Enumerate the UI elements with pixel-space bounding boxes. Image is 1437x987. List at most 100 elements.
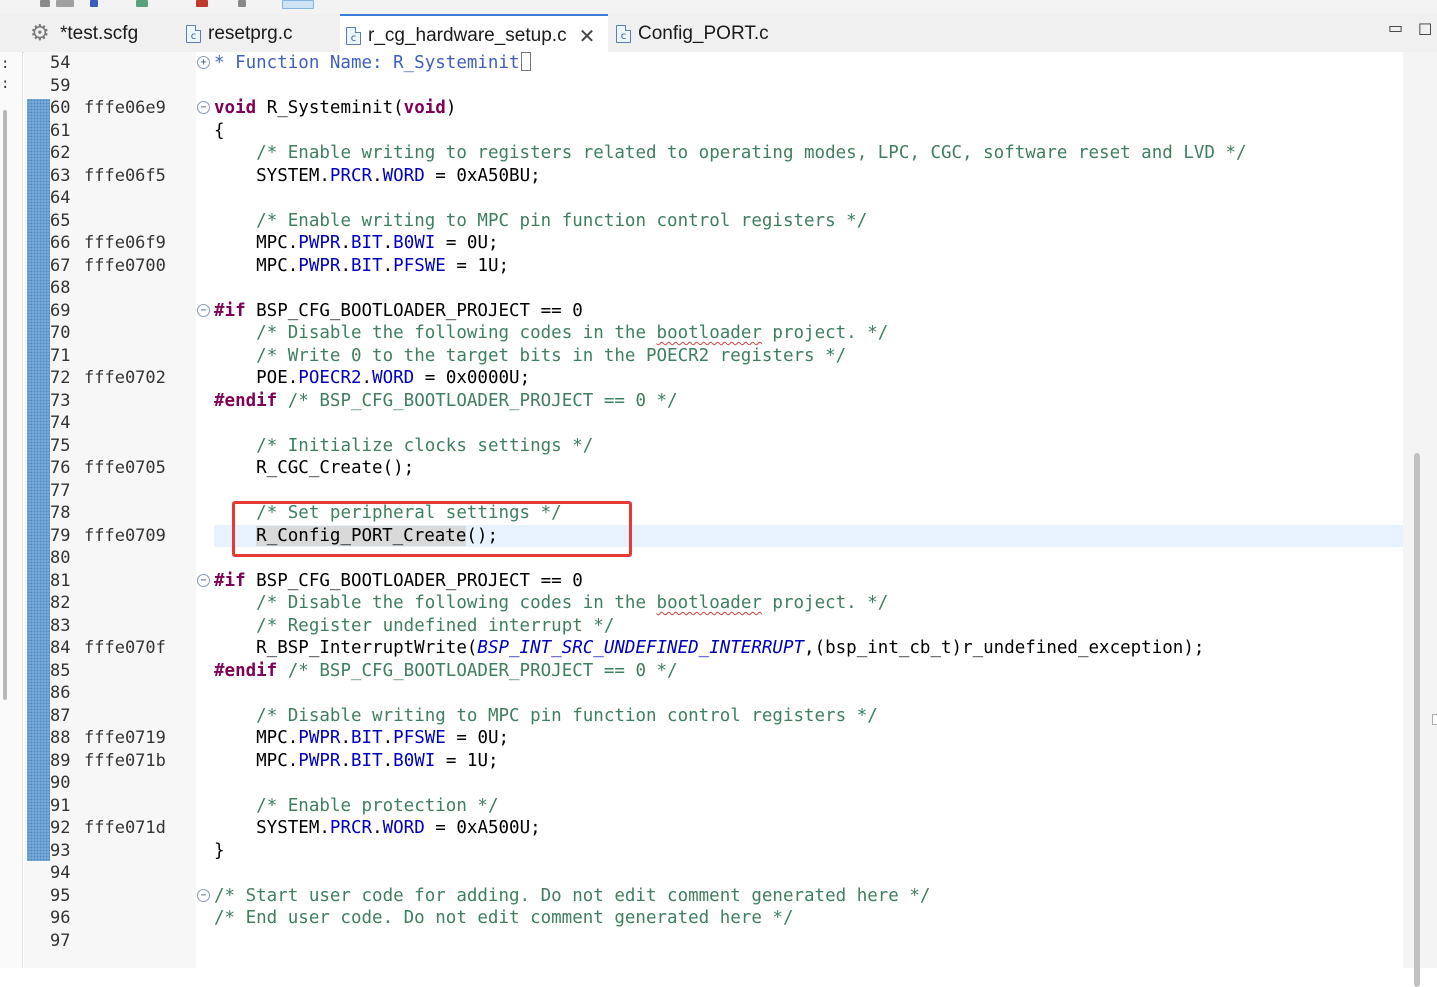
code-text: #if BSP_CFG_BOOTLOADER_PROJECT == 0 [214,300,583,323]
code-line[interactable]: 73 #endif /* BSP_CFG_BOOTLOADER_PROJECT =… [24,390,1414,413]
code-token: = 0xA500U; [424,818,541,838]
code-text: SYSTEM.PRCR.WORD = 0xA50BU; [214,165,541,188]
code-token: BIT [351,728,383,748]
code-line[interactable]: 71 /* Write 0 to the target bits in the … [24,345,1414,368]
code-token: /* Enable writing to MPC pin function co… [256,210,868,231]
code-line[interactable]: 90 [24,772,1414,795]
code-line[interactable]: 86 [24,682,1414,705]
toolbar-icon[interactable] [90,0,98,7]
expand-icon[interactable]: + [197,56,210,69]
toolbar-icon[interactable] [282,0,314,9]
code-text: /* Enable writing to registers related t… [214,142,1246,165]
code-line[interactable]: 88 fffe0719 MPC.PWPR.BIT.PFSWE = 0U; [24,727,1414,750]
code-line[interactable]: 68 [24,277,1414,300]
scrollbar-thumb[interactable] [1414,453,1420,987]
code-token: #if [214,300,246,321]
folded-content-marker[interactable] [520,52,531,71]
code-token: /* Initialize clocks settings */ [256,435,594,456]
code-line[interactable]: 96 /* End user code. Do not edit comment … [24,907,1414,930]
editor-tab-bar: ⚙ *test.scfg c resetprg.c c r_cg_hardwar… [0,14,1437,53]
line-number: 59 [50,75,71,96]
collapse-icon[interactable]: − [197,101,210,114]
line-number: 75 [50,435,71,456]
collapse-icon[interactable]: − [197,573,210,587]
code-line[interactable]: 84 fffe070f R_BSP_InterruptWrite(BSP_INT_… [24,637,1414,660]
code-line[interactable]: 61 { [24,120,1414,143]
code-token: MPC. [214,255,299,276]
code-line[interactable]: 94 [24,862,1414,885]
code-line[interactable]: 74 [24,412,1414,435]
address-label: fffe06f5 [84,165,166,186]
code-token: BIT [351,255,383,276]
code-token: WORD [372,368,415,388]
toolbar-icon[interactable] [136,0,148,7]
collapse-icon[interactable]: − [197,303,210,317]
collapse-icon[interactable]: − [197,888,210,902]
code-line[interactable]: 60 fffe06e9− void R_Systeminit(void) [24,97,1414,120]
tab-r-cg-hardware-setup-c[interactable]: c r_cg_hardware_setup.c ✕ [340,14,608,53]
code-line[interactable]: 82 /* Disable the following codes in the… [24,592,1414,615]
code-line[interactable]: 54 + * Function Name: R_Systeminit [24,52,1414,75]
toolbar-icon[interactable] [40,0,50,7]
code-line[interactable]: 59 [24,75,1414,98]
line-number: 70 [50,323,71,343]
code-line[interactable]: 97 [24,930,1414,953]
line-number: 74 [50,413,71,433]
code-line[interactable]: 76 fffe0705 R_CGC_Create(); [24,457,1414,480]
code-token: void [214,98,257,118]
maximize-button[interactable]: ☐ [1418,20,1432,39]
code-token: B0WI [393,233,436,253]
code-line[interactable]: 89 fffe071b MPC.PWPR.BIT.B0WI = 1U; [24,750,1414,773]
line-number: 63 [50,165,71,186]
code-token: . [382,233,394,253]
address-label: fffe06f9 [84,233,166,253]
line-number: 95 [50,885,71,906]
code-text: SYSTEM.PRCR.WORD = 0xA500U; [214,817,541,840]
code-line[interactable]: 91 /* Enable protection */ [24,795,1414,818]
code-token: bootloader [656,323,762,343]
code-line[interactable]: 92 fffe071d SYSTEM.PRCR.WORD = 0xA500U; [24,817,1414,840]
code-line[interactable]: 77 [24,480,1414,503]
left-panel-scrollbar[interactable] [3,110,7,700]
tab-config-port-c[interactable]: c Config_PORT.c [616,14,786,52]
minimize-button[interactable]: ▭ [1388,18,1403,37]
code-token: /* Write 0 to the target bits in the POE… [256,345,847,366]
toolbar-icon[interactable] [238,0,246,7]
code-line[interactable]: 62 /* Enable writing to registers relate… [24,142,1414,165]
code-line[interactable]: 81 − #if BSP_CFG_BOOTLOADER_PROJECT == 0 [24,570,1414,593]
code-token: /* Enable protection */ [256,795,499,816]
code-line[interactable]: 87 /* Disable writing to MPC pin functio… [24,705,1414,728]
code-text: /* Disable the following codes in the bo… [214,322,888,345]
code-line[interactable]: 75 /* Initialize clocks settings */ [24,435,1414,458]
code-line[interactable]: 85 #endif /* BSP_CFG_BOOTLOADER_PROJECT =… [24,660,1414,683]
code-line[interactable]: 93} [24,840,1414,863]
code-line[interactable]: 70 /* Disable the following codes in the… [24,322,1414,345]
code-text: /* Write 0 to the target bits in the POE… [214,345,846,368]
close-tab-button[interactable]: ✕ [579,24,596,48]
tab-resetprg-c[interactable]: c resetprg.c [186,14,336,52]
code-line[interactable]: 64 [24,187,1414,210]
code-line[interactable]: 83 /* Register undefined interrupt */ [24,615,1414,638]
code-line[interactable]: 72 fffe0702 POE.POECR2.WORD = 0x0000U; [24,367,1414,390]
code-token: POE. [214,368,299,388]
code-line[interactable]: 67 fffe0700 MPC.PWPR.BIT.PFSWE = 1U; [24,255,1414,278]
code-line[interactable]: 66 fffe06f9 MPC.PWPR.BIT.B0WI = 0U; [24,232,1414,255]
tab-test-scfg[interactable]: ⚙ *test.scfg [30,14,182,52]
vertical-scrollbar[interactable] [1403,52,1437,987]
code-line[interactable]: 95 −/* Start user code for adding. Do not… [24,885,1414,908]
overview-ruler-marker [1432,714,1437,725]
panel-edge-marker: : [1,76,10,92]
code-text: #endif /* BSP_CFG_BOOTLOADER_PROJECT == … [214,660,678,683]
toolbar-icon[interactable] [196,0,208,7]
code-line[interactable]: 69 − #if BSP_CFG_BOOTLOADER_PROJECT == 0 [24,300,1414,323]
address-label: fffe06e9 [84,98,166,118]
line-number: 91 [50,795,71,816]
code-token: bootloader [656,593,762,613]
toolbar-icon[interactable] [56,0,74,7]
code-line[interactable]: 65 /* Enable writing to MPC pin function… [24,210,1414,233]
line-number: 62 [50,143,71,163]
code-line[interactable]: 63 fffe06f5 SYSTEM.PRCR.WORD = 0xA50BU; [24,165,1414,188]
